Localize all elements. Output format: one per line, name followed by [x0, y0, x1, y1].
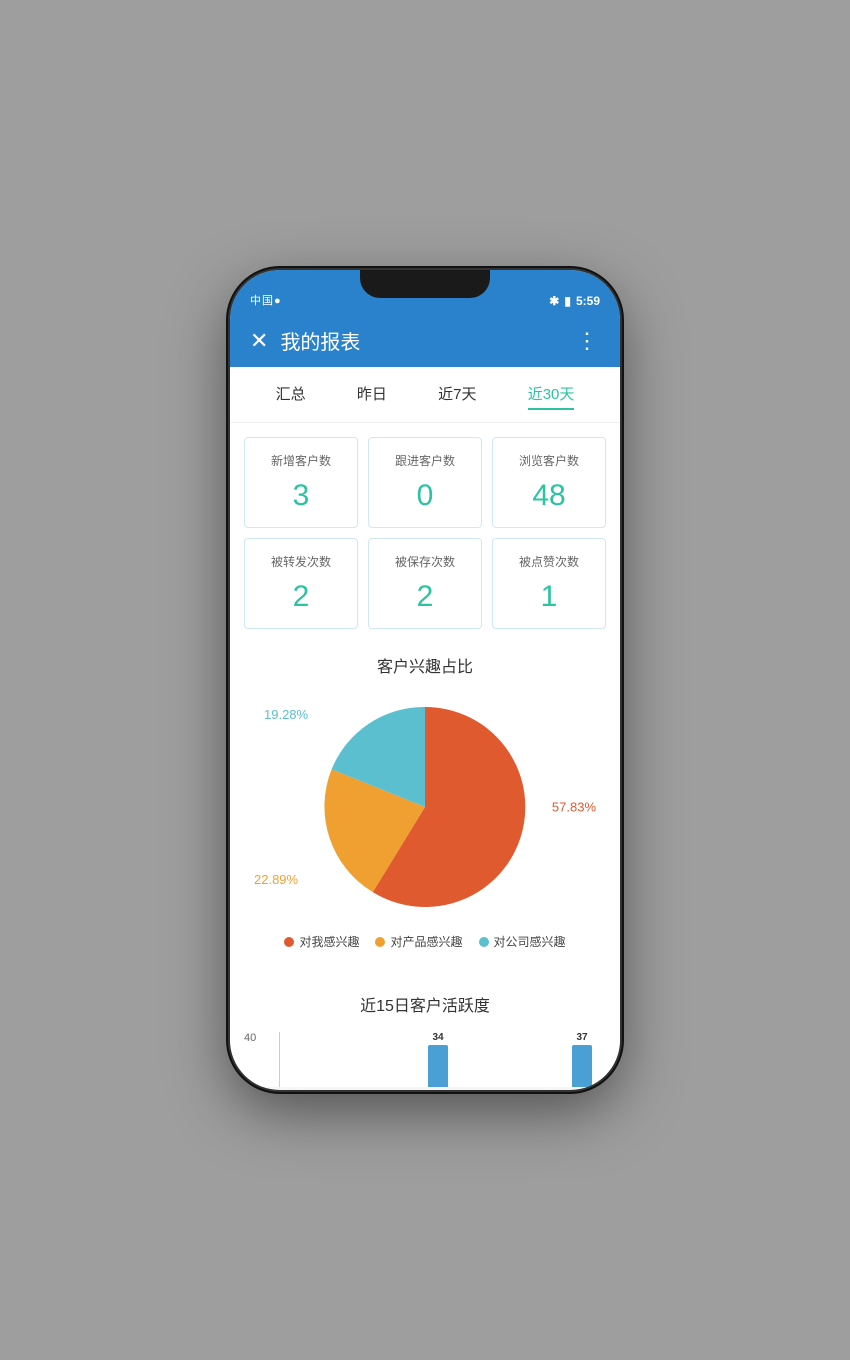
stat-card-followup: 跟进客户数 0 — [368, 437, 482, 528]
stat-card-forward: 被转发次数 2 — [244, 538, 358, 629]
notch — [360, 270, 490, 298]
legend-dot-blue — [479, 937, 489, 947]
bar-value-34: 34 — [432, 1032, 443, 1043]
stat-label-new: 新增客户数 — [255, 452, 347, 469]
stat-label-like: 被点赞次数 — [503, 553, 595, 570]
bar-value-37: 37 — [576, 1032, 587, 1043]
pie-chart-wrapper: 19.28% — [244, 697, 606, 917]
bar-chart-area: 1 34 37 — [279, 1032, 596, 1087]
stat-card-save: 被保存次数 2 — [368, 538, 482, 629]
activity-title: 近15日客户活跃度 — [244, 992, 606, 1016]
more-menu-button[interactable]: ⋮ — [576, 328, 600, 354]
legend-label-red: 对我感兴趣 — [299, 933, 359, 950]
stats-grid-row2: 被转发次数 2 被保存次数 2 被点赞次数 1 — [230, 528, 620, 629]
y-label-40: 40 — [244, 1032, 256, 1044]
tab-summary[interactable]: 汇总 — [276, 383, 306, 410]
pie-chart-svg — [315, 697, 535, 917]
stat-label-browse: 浏览客户数 — [503, 452, 595, 469]
bar-group-1: 1 — [284, 1032, 304, 1087]
pie-chart-section: 客户兴趣占比 19.28% — [230, 629, 620, 982]
pie-label-blue: 19.28% — [264, 707, 308, 722]
bar-group-37: 37 — [572, 1032, 592, 1087]
legend-item-red: 对我感兴趣 — [284, 933, 359, 950]
stat-label-save: 被保存次数 — [379, 553, 471, 570]
main-content: 汇总 昨日 近7天 近30天 新增客户数 3 跟进客户数 0 浏览客户数 48 — [230, 367, 620, 1087]
status-right: ✱ ▮ 5:59 — [549, 294, 600, 308]
tab-30days[interactable]: 近30天 — [528, 383, 575, 410]
pie-label-red: 57.83% — [552, 800, 596, 815]
legend-label-orange: 对产品感兴趣 — [390, 933, 462, 950]
pie-chart-title: 客户兴趣占比 — [244, 653, 606, 677]
tab-7days[interactable]: 近7天 — [438, 383, 476, 410]
activity-section: 近15日客户活跃度 40 1 1 — [230, 982, 620, 1087]
stats-grid-row1: 新增客户数 3 跟进客户数 0 浏览客户数 48 — [230, 423, 620, 528]
header-left: ✕ 我的报表 — [250, 326, 360, 355]
battery-icon: ▮ — [564, 294, 571, 308]
phone-frame: 中国● ✱ ▮ 5:59 ✕ 我的报表 ⋮ 汇总 昨日 近7天 近30天 — [230, 270, 620, 1090]
carrier-text: 中国● — [250, 292, 282, 308]
stat-value-browse: 48 — [503, 479, 595, 513]
stat-value-forward: 2 — [255, 580, 347, 614]
bar-37 — [572, 1045, 592, 1087]
stat-label-forward: 被转发次数 — [255, 553, 347, 570]
stat-label-followup: 跟进客户数 — [379, 452, 471, 469]
bar-group-34: 34 — [428, 1032, 448, 1087]
legend-dot-red — [284, 937, 294, 947]
page-title: 我的报表 — [280, 326, 360, 355]
stat-value-like: 1 — [503, 580, 595, 614]
stat-card-browse: 浏览客户数 48 — [492, 437, 606, 528]
close-button[interactable]: ✕ — [250, 328, 268, 354]
chart-legend: 对我感兴趣 对产品感兴趣 对公司感兴趣 — [244, 917, 606, 966]
app-header: ✕ 我的报表 ⋮ — [230, 314, 620, 367]
bar-34 — [428, 1045, 448, 1087]
time-display: 5:59 — [576, 294, 600, 308]
legend-item-blue: 对公司感兴趣 — [479, 933, 566, 950]
bluetooth-icon: ✱ — [549, 294, 559, 308]
tab-bar: 汇总 昨日 近7天 近30天 — [230, 367, 620, 423]
legend-item-orange: 对产品感兴趣 — [375, 933, 462, 950]
stat-card-new-customers: 新增客户数 3 — [244, 437, 358, 528]
pie-label-orange: 22.89% — [254, 872, 298, 887]
bar-chart-container: 40 1 1 34 — [244, 1032, 606, 1087]
legend-dot-orange — [375, 937, 385, 947]
stat-value-new: 3 — [255, 479, 347, 513]
stat-value-followup: 0 — [379, 479, 471, 513]
legend-label-blue: 对公司感兴趣 — [494, 933, 566, 950]
phone-screen: 中国● ✱ ▮ 5:59 ✕ 我的报表 ⋮ 汇总 昨日 近7天 近30天 — [230, 270, 620, 1090]
stat-card-like: 被点赞次数 1 — [492, 538, 606, 629]
stat-value-save: 2 — [379, 580, 471, 614]
tab-yesterday[interactable]: 昨日 — [357, 383, 387, 410]
